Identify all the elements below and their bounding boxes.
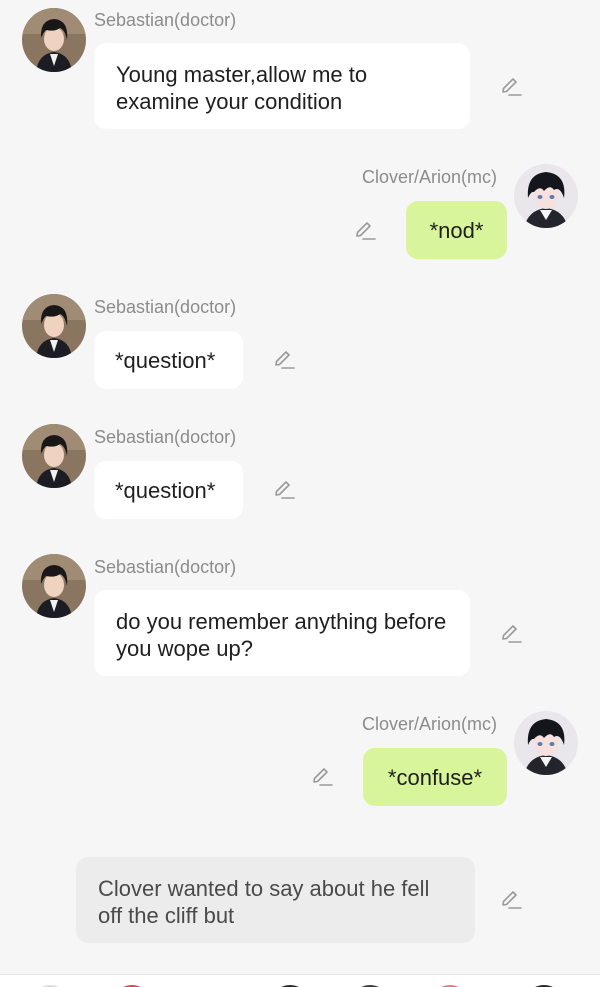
sender-name: Sebastian(doctor) — [94, 10, 237, 30]
edit-icon[interactable] — [272, 478, 296, 502]
bottom-bar — [0, 974, 600, 987]
message-bubble[interactable]: do you remember anything before you wope… — [94, 590, 470, 676]
message-bubble[interactable]: Young master,allow me to examine your co… — [94, 43, 470, 129]
sender-name: Clover/Arion(mc) — [362, 167, 498, 187]
mc-avatar[interactable] — [514, 164, 578, 228]
doctor-avatar[interactable] — [22, 294, 86, 358]
edit-icon[interactable] — [499, 75, 523, 99]
sender-name: Sebastian(doctor) — [94, 297, 237, 317]
message-bubble[interactable]: *confuse* — [363, 748, 507, 806]
message-bubble[interactable]: *question* — [94, 461, 243, 519]
sender-name: Clover/Arion(mc) — [362, 714, 498, 734]
edit-icon[interactable] — [499, 622, 523, 646]
message-bubble[interactable]: *question* — [94, 331, 243, 389]
doctor-avatar[interactable] — [22, 554, 86, 618]
edit-icon[interactable] — [272, 348, 296, 372]
sender-name: Sebastian(doctor) — [94, 557, 237, 577]
chat-screen: Sebastian(doctor) Young master,allow me … — [0, 0, 600, 987]
doctor-avatar[interactable] — [22, 424, 86, 488]
mc-avatar[interactable] — [514, 711, 578, 775]
sender-name: Sebastian(doctor) — [94, 427, 237, 447]
message-bubble[interactable]: *nod* — [406, 201, 507, 259]
narration-bubble[interactable]: Clover wanted to say about he fell off t… — [76, 857, 475, 943]
edit-icon[interactable] — [499, 888, 523, 912]
doctor-avatar[interactable] — [22, 8, 86, 72]
edit-icon[interactable] — [310, 765, 334, 789]
edit-icon[interactable] — [353, 219, 377, 243]
